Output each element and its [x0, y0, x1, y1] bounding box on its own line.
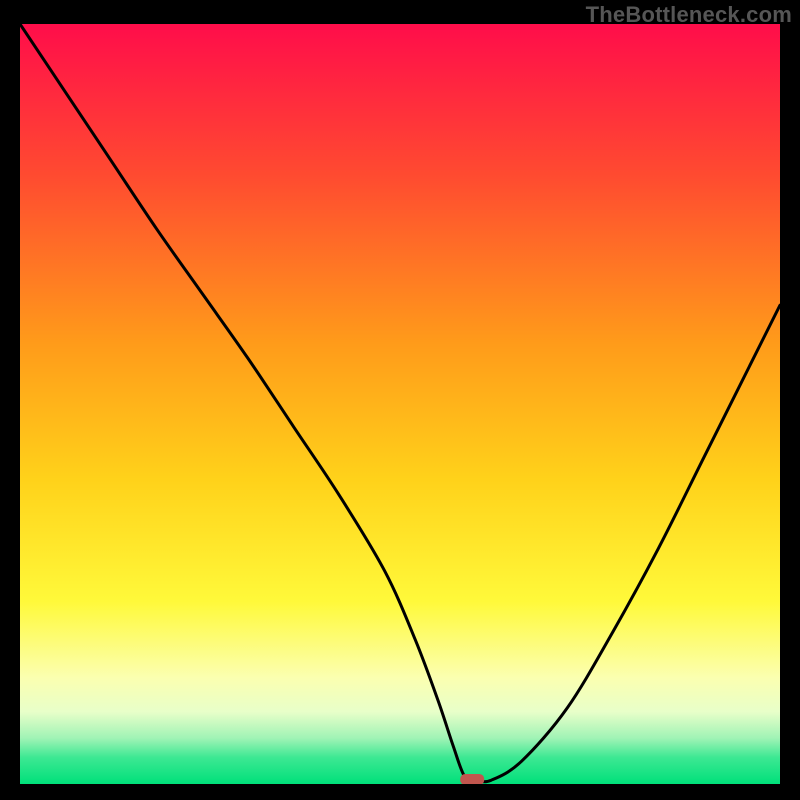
- bottleneck-chart: [20, 24, 780, 784]
- chart-optimum-marker: [460, 774, 484, 784]
- chart-frame: TheBottleneck.com: [0, 0, 800, 800]
- chart-background: [20, 24, 780, 784]
